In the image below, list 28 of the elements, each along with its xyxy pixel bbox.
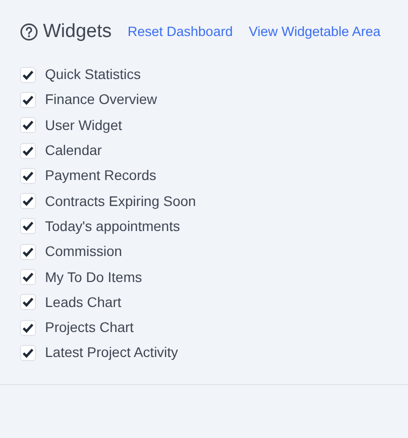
checkbox[interactable]: [20, 168, 36, 184]
header-link[interactable]: Reset Dashboard: [128, 22, 233, 42]
help-icon: [20, 23, 38, 41]
widget-label: Contracts Expiring Soon: [45, 192, 196, 211]
widget-label: Latest Project Activity: [45, 343, 178, 362]
widget-label: Quick Statistics: [45, 65, 141, 84]
checkbox[interactable]: [20, 269, 36, 286]
widget-label: Projects Chart: [45, 318, 134, 338]
widget-label: My To Do Items: [45, 268, 142, 287]
widget-label: Commission: [45, 242, 122, 262]
widget-label: Calendar: [45, 141, 102, 160]
checkbox[interactable]: [20, 218, 36, 234]
checkbox[interactable]: [20, 142, 36, 159]
widget-label: Payment Records: [45, 166, 156, 186]
checkbox[interactable]: [20, 117, 36, 134]
widget-label: Today's appointments: [45, 216, 180, 236]
checkbox[interactable]: [20, 66, 36, 83]
checkbox[interactable]: [20, 244, 36, 260]
checkbox[interactable]: [20, 344, 36, 361]
widget-label: Finance Overview: [45, 90, 158, 110]
checkbox[interactable]: [20, 320, 36, 336]
checkbox[interactable]: [20, 92, 36, 108]
widget-label: Leads Chart: [45, 292, 122, 312]
checkbox[interactable]: [20, 294, 36, 310]
widget-label: User Widget: [45, 116, 122, 135]
section-title: Widgets: [43, 20, 112, 44]
checkbox[interactable]: [20, 193, 36, 210]
header-link[interactable]: View Widgetable Area: [248, 22, 381, 42]
